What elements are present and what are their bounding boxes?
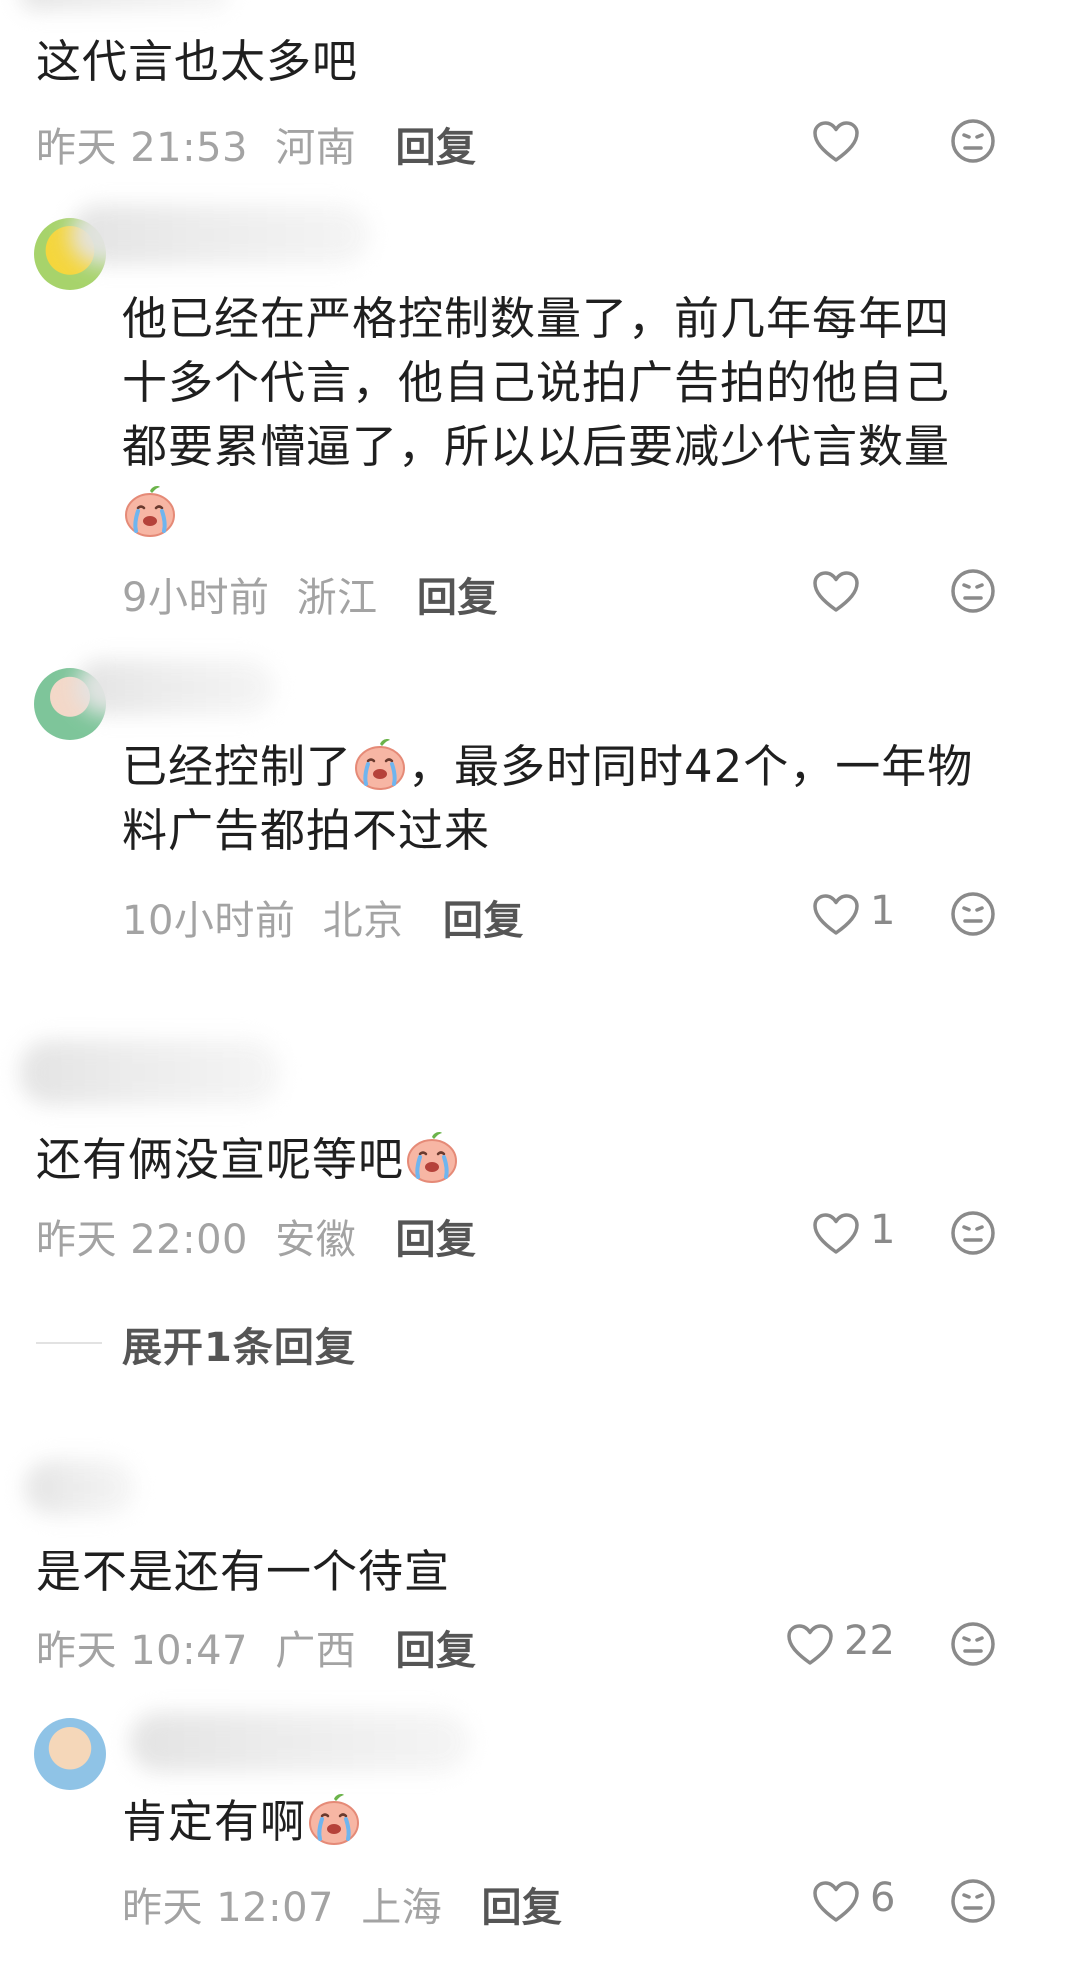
crying-peach-emoji	[122, 483, 178, 539]
username-blurred	[25, 1460, 135, 1515]
comment-time: 昨天 12:07	[122, 1885, 334, 1931]
neutral-face-icon[interactable]	[950, 1210, 996, 1256]
like-heart-icon[interactable]	[786, 1623, 834, 1667]
crying-peach-emoji	[306, 1791, 362, 1847]
like-heart-icon[interactable]	[812, 570, 860, 614]
comment-text: 他已经在严格控制数量了，前几年每年四十多个代言，他自己说拍广告拍的他自己都要累懵…	[122, 292, 951, 473]
comment-time: 昨天 22:00	[36, 1217, 248, 1263]
comment-meta: 昨天 21:53 河南 回复	[36, 115, 476, 173]
comment-location: 浙江	[296, 575, 378, 621]
expand-divider	[36, 1342, 102, 1344]
like-count: 1	[870, 888, 896, 934]
comment-time: 9小时前	[122, 575, 270, 621]
neutral-face-icon[interactable]	[950, 118, 996, 164]
comment-text: 还有俩没宣呢等吧	[36, 1128, 460, 1192]
crying-peach-emoji	[404, 1129, 460, 1185]
username-blurred	[75, 660, 275, 715]
reply-button[interactable]: 回复	[481, 1885, 562, 1931]
reply-button[interactable]: 回复	[395, 1628, 476, 1674]
comment-location: 北京	[322, 898, 404, 944]
comment-meta: 10小时前 北京 回复	[122, 888, 524, 946]
comment-location: 上海	[361, 1885, 443, 1931]
neutral-face-icon[interactable]	[950, 1878, 996, 1924]
comment-location: 安徽	[275, 1217, 357, 1263]
comment-text: 是不是还有一个待宣	[36, 1545, 451, 1598]
username-blurred	[130, 1712, 470, 1772]
comment-meta: 昨天 12:07 上海 回复	[122, 1875, 562, 1933]
comment-text-part: 还有俩没宣呢等吧	[36, 1133, 405, 1186]
crying-peach-emoji	[352, 736, 408, 792]
comment-meta: 昨天 22:00 安徽 回复	[36, 1207, 476, 1265]
comment-text: 肯定有啊	[122, 1790, 362, 1854]
comment-meta: 昨天 10:47 广西 回复	[36, 1618, 476, 1676]
neutral-face-icon[interactable]	[950, 1621, 996, 1667]
avatar[interactable]	[34, 1718, 106, 1790]
comment-text-part: 已经控制了	[122, 740, 353, 793]
like-count: 1	[870, 1207, 896, 1253]
neutral-face-icon[interactable]	[950, 568, 996, 614]
comment-time: 10小时前	[122, 898, 296, 944]
username-blurred	[20, 1040, 280, 1105]
comment-location: 广西	[275, 1628, 357, 1674]
comment-text: 已经控制了 ，最多时同时42个，一年物料广告都拍不过来	[122, 735, 1002, 863]
comment-meta: 9小时前 浙江 回复	[122, 565, 498, 623]
comment-text-part: 肯定有啊	[122, 1795, 307, 1848]
like-count: 22	[844, 1618, 895, 1664]
reply-button[interactable]: 回复	[395, 1217, 476, 1263]
comment-text: 这代言也太多吧	[36, 35, 359, 88]
comment-location: 河南	[275, 125, 357, 171]
neutral-face-icon[interactable]	[950, 891, 996, 937]
like-heart-icon[interactable]	[812, 1212, 860, 1256]
reply-button[interactable]: 回复	[417, 575, 498, 621]
username-blurred	[70, 205, 370, 265]
like-heart-icon[interactable]	[812, 893, 860, 937]
reply-button[interactable]: 回复	[395, 125, 476, 171]
username-blurred	[20, 0, 230, 10]
reply-button[interactable]: 回复	[443, 898, 524, 944]
expand-replies-button[interactable]: 展开1条回复	[122, 1315, 356, 1373]
comment-time: 昨天 10:47	[36, 1628, 248, 1674]
comment-time: 昨天 21:53	[36, 125, 248, 171]
like-heart-icon[interactable]	[812, 120, 860, 164]
like-heart-icon[interactable]	[812, 1880, 860, 1924]
like-count: 6	[870, 1875, 896, 1921]
